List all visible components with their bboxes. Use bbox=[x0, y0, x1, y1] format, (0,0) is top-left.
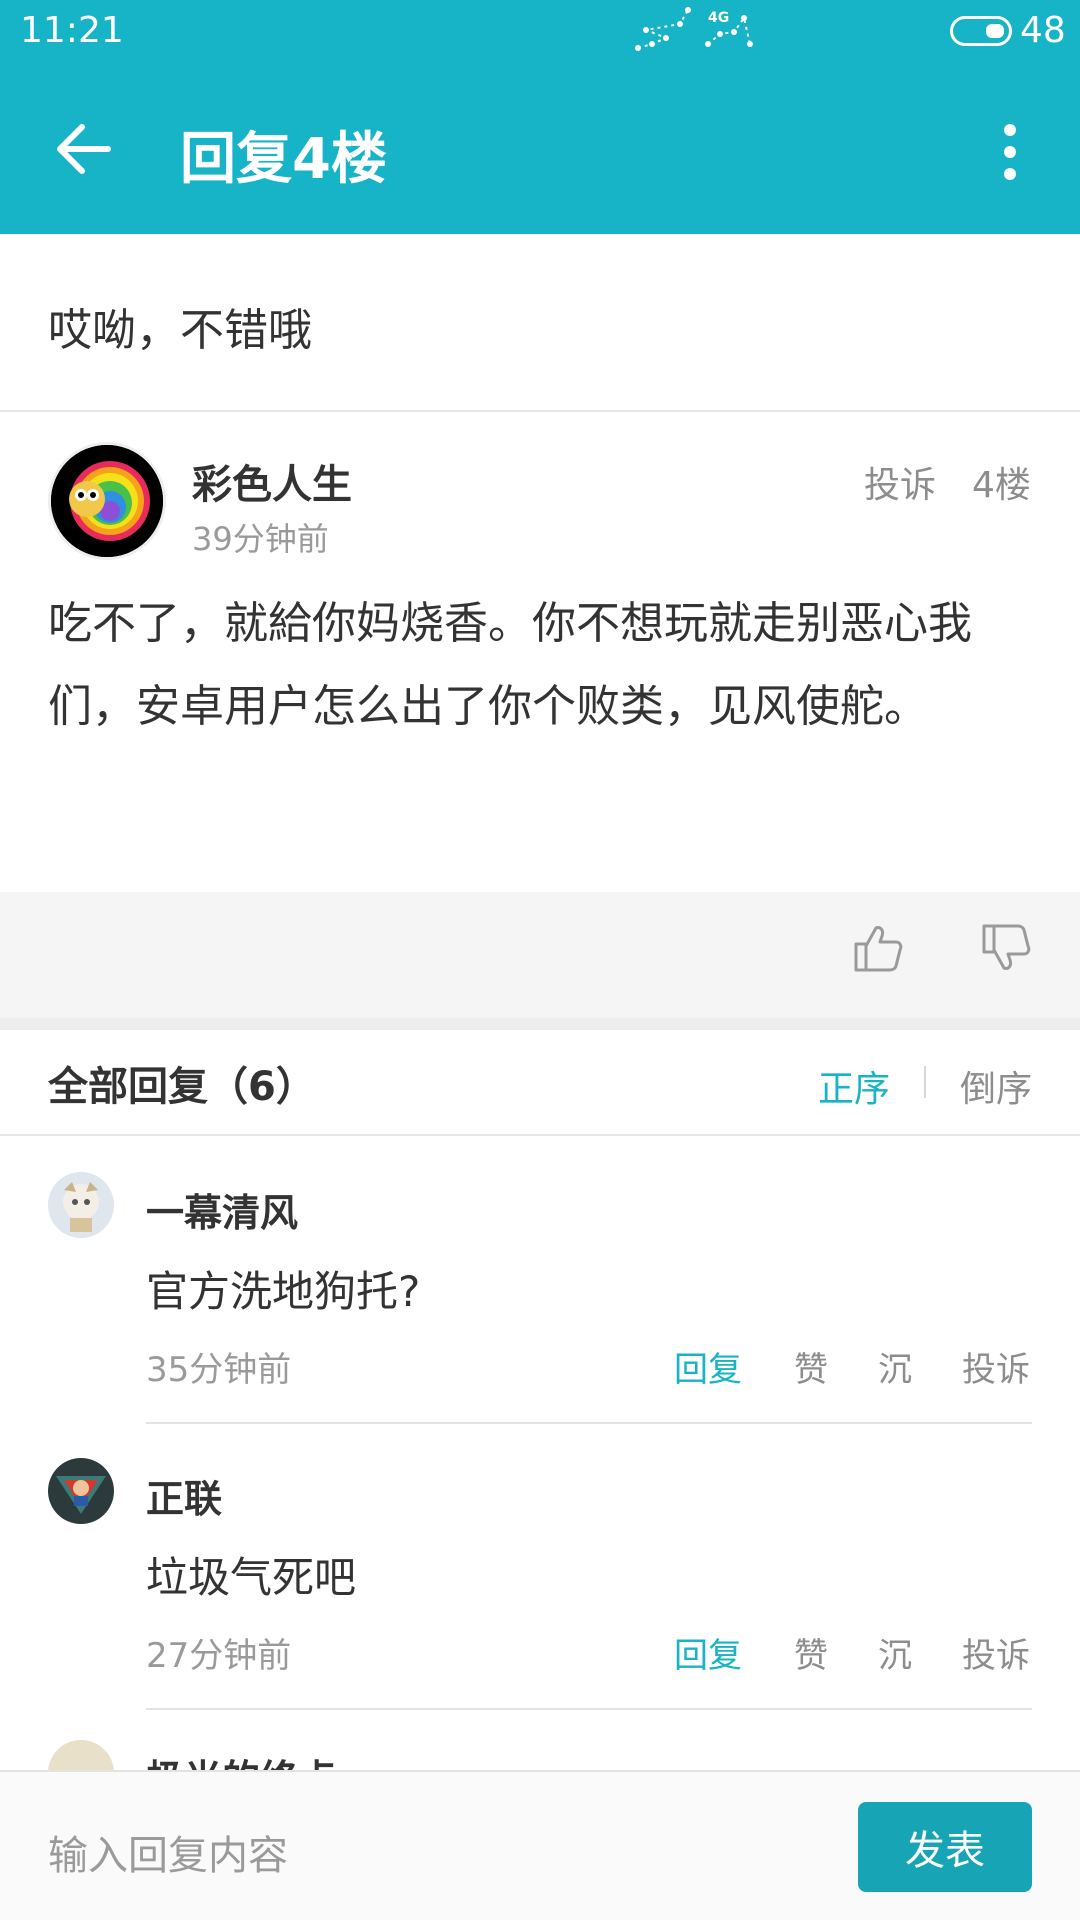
floor-post: 彩色人生 39分钟前 投诉 4楼 吃不了，就給你妈烧香。你不想玩就走别恶心我们，… bbox=[0, 412, 1080, 892]
author-avatar[interactable] bbox=[48, 442, 166, 560]
reply-author[interactable]: 极光的终点 bbox=[146, 1748, 336, 1770]
quoted-comment: 哎呦，不错哦 bbox=[0, 234, 1080, 412]
reply-composer: 发表 bbox=[0, 1770, 1080, 1920]
reply-item-partial: 极光的终点 bbox=[0, 1710, 1080, 1770]
thumbs-down-icon[interactable] bbox=[980, 922, 1032, 974]
reply-button[interactable]: 回复 bbox=[674, 1628, 742, 1677]
reply-time: 27分钟前 bbox=[146, 1636, 292, 1676]
reply-input[interactable] bbox=[48, 1826, 828, 1886]
report-button[interactable]: 投诉 bbox=[962, 1342, 1030, 1391]
sort-descending-tab[interactable]: 倒序 bbox=[960, 1060, 1032, 1112]
replies-count-label: 全部回复（6） bbox=[48, 1064, 316, 1110]
page-title: 回复4楼 bbox=[180, 127, 387, 192]
reply-avatar[interactable] bbox=[48, 1172, 114, 1238]
post-content: 吃不了，就給你妈烧香。你不想玩就走别恶心我们，安卓用户怎么出了你个败类，见风使舵… bbox=[48, 598, 972, 732]
post-time: 39分钟前 bbox=[192, 520, 329, 558]
reply-button[interactable]: 回复 bbox=[674, 1342, 742, 1391]
reply-item: 正联 垃圾气死吧 27分钟前 回复 赞 沉 投诉 bbox=[0, 1424, 1080, 1710]
send-button[interactable]: 发表 bbox=[858, 1802, 1032, 1892]
reply-author[interactable]: 正联 bbox=[146, 1468, 222, 1523]
sink-button[interactable]: 沉 bbox=[878, 1628, 912, 1677]
reply-item: 一幕清风 官方洗地狗托? 35分钟前 回复 赞 沉 投诉 bbox=[0, 1138, 1080, 1424]
app-bar: 回复4楼 bbox=[0, 64, 1080, 234]
sink-button[interactable]: 沉 bbox=[878, 1342, 912, 1391]
reply-author[interactable]: 一幕清风 bbox=[146, 1182, 298, 1237]
reply-time: 35分钟前 bbox=[146, 1350, 292, 1390]
reply-text: 官方洗地狗托? bbox=[146, 1267, 421, 1316]
reply-avatar[interactable] bbox=[48, 1740, 114, 1770]
sort-separator bbox=[924, 1066, 926, 1098]
report-button[interactable]: 投诉 bbox=[864, 456, 936, 508]
signal-icon bbox=[635, 7, 691, 51]
status-time: 11:21 bbox=[20, 10, 124, 51]
reply-avatar[interactable] bbox=[48, 1458, 114, 1524]
battery-icon bbox=[950, 16, 1012, 46]
author-name[interactable]: 彩色人生 bbox=[192, 452, 352, 510]
quoted-text: 哎呦，不错哦 bbox=[48, 305, 312, 356]
floor-number: 4楼 bbox=[972, 465, 1031, 506]
thumbs-up-icon[interactable] bbox=[852, 922, 904, 974]
replies-header: 全部回复（6） 正序 倒序 bbox=[0, 1030, 1080, 1136]
like-button[interactable]: 赞 bbox=[794, 1628, 828, 1677]
like-button[interactable]: 赞 bbox=[794, 1342, 828, 1391]
report-button[interactable]: 投诉 bbox=[962, 1628, 1030, 1677]
status-bar: 11:21 4G 48 bbox=[0, 0, 1080, 64]
section-divider bbox=[0, 1018, 1080, 1030]
battery-level: 48 bbox=[1020, 10, 1066, 51]
back-arrow-icon[interactable] bbox=[48, 114, 118, 184]
vote-bar bbox=[0, 892, 1080, 1018]
signal-4g-icon bbox=[705, 15, 753, 47]
more-options-icon[interactable] bbox=[990, 122, 1030, 182]
reply-text: 垃圾气死吧 bbox=[146, 1553, 357, 1602]
sort-ascending-tab[interactable]: 正序 bbox=[818, 1060, 890, 1112]
